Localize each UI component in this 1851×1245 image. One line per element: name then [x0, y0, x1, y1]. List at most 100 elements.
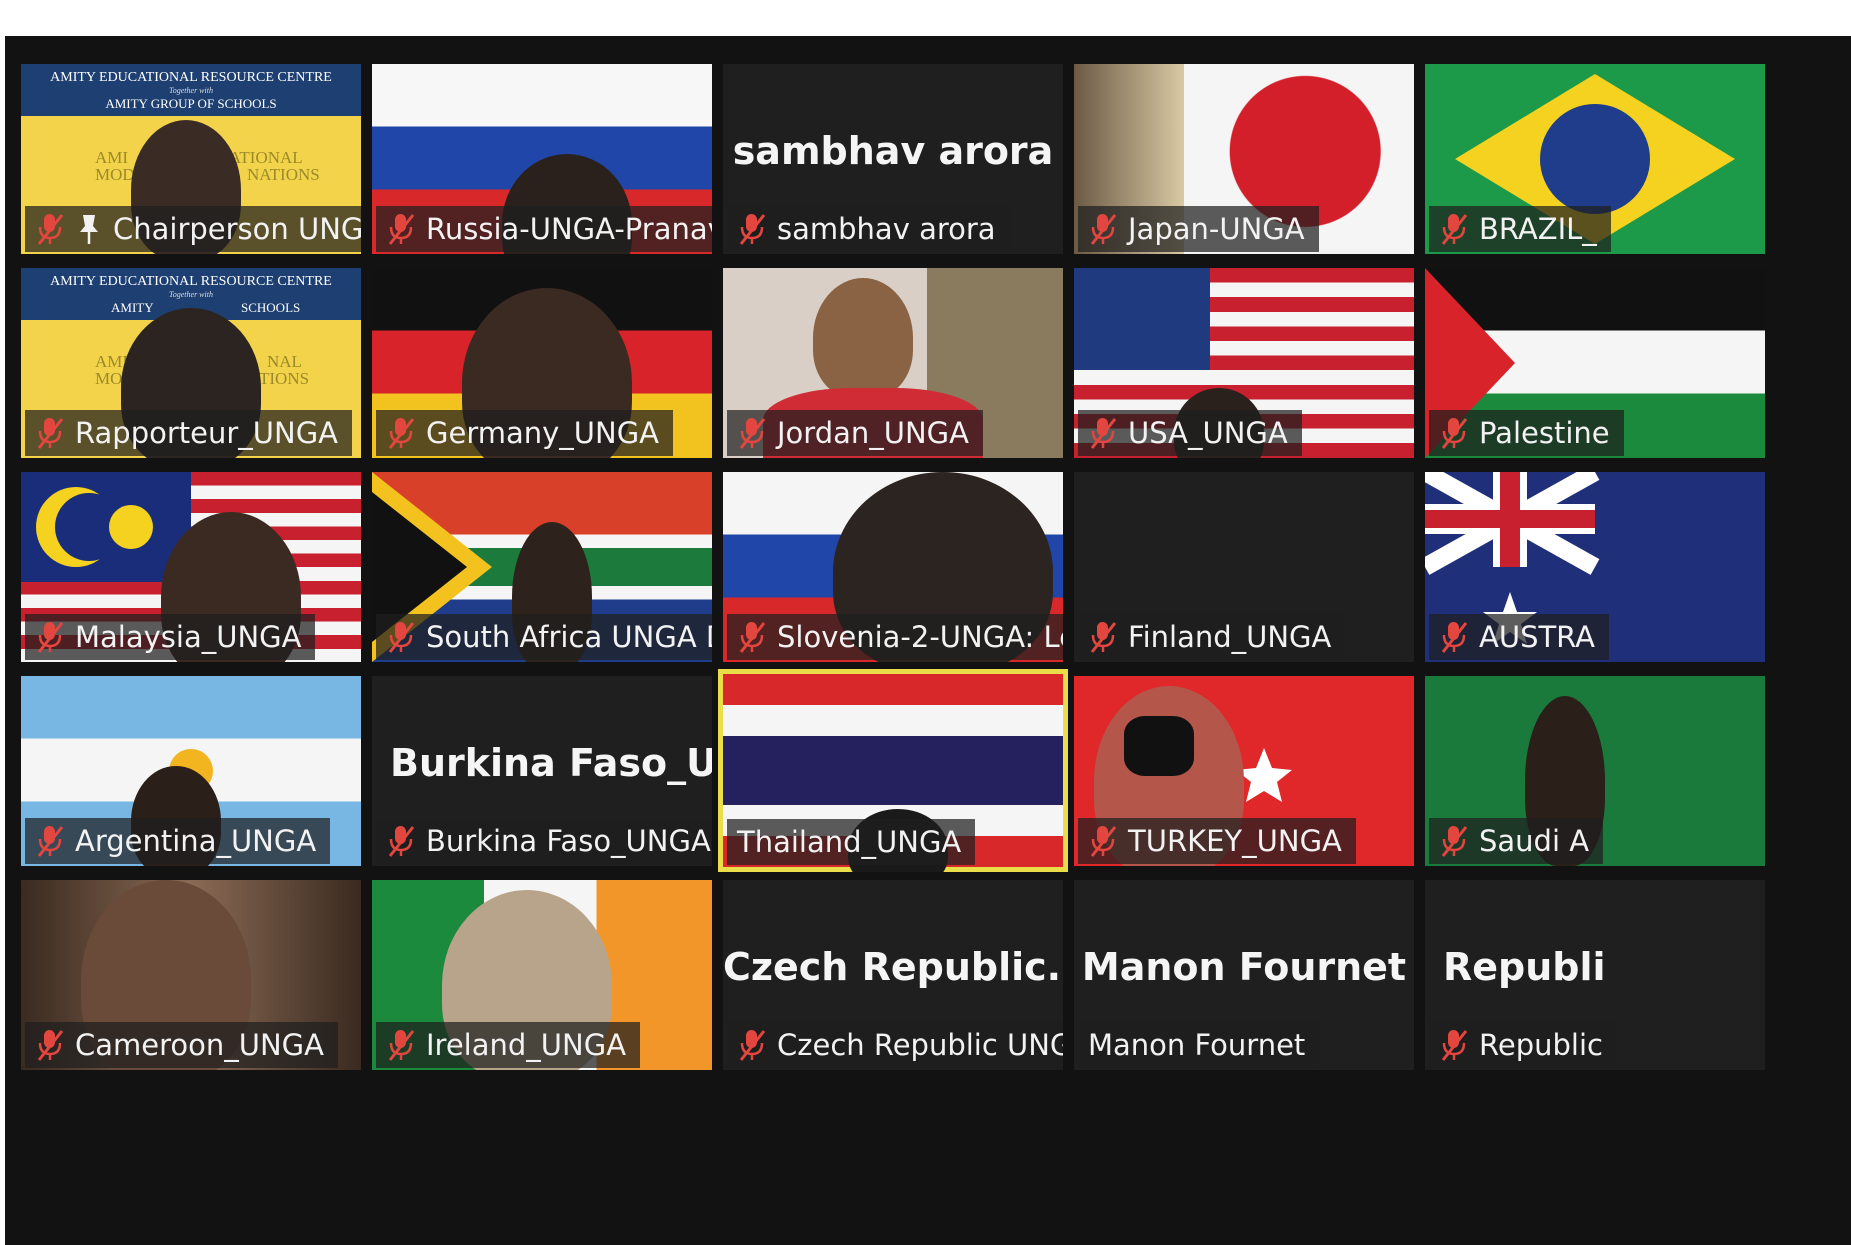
participant-tile-ireland[interactable]: Ireland_UNGA	[372, 880, 712, 1070]
participant-label: Czech Republic UNGA	[727, 1022, 1063, 1068]
participant-tile-burkina-faso[interactable]: Burkina Faso_U... Burkina Faso_UNGA	[372, 676, 712, 866]
participant-tile-turkey[interactable]: TURKEY_UNGA	[1074, 676, 1414, 866]
participant-label: Germany_UNGA	[376, 410, 674, 456]
muted-mic-icon	[1090, 214, 1117, 245]
participant-name: Czech Republic UNGA	[777, 1028, 1063, 1062]
muted-mic-icon	[1441, 1030, 1468, 1061]
muted-mic-icon	[388, 214, 415, 245]
participant-label: Finland_UNGA	[1078, 614, 1346, 660]
muted-mic-icon	[739, 622, 766, 653]
banner-line1: AMITY EDUCATIONAL RESOURCE CENTRE	[50, 274, 332, 289]
participant-video	[813, 278, 913, 398]
participant-tile-czech-republic[interactable]: Czech Republic... Czech Republic UNGA	[723, 880, 1063, 1070]
participant-name: Chairperson UNGA	[113, 212, 361, 246]
banner-line5-mo: MO	[95, 369, 123, 388]
participant-tile-rapporteur[interactable]: AMITY EDUCATIONAL RESOURCE CENTRE Togeth…	[21, 268, 361, 458]
participant-tile-thailand-active-speaker[interactable]: Thailand_UNGA	[718, 669, 1068, 872]
banner-line5a: MOD	[95, 165, 135, 184]
participant-name: Saudi A	[1479, 824, 1590, 858]
participant-label: sambhav arora	[727, 206, 1010, 252]
participant-label: Cameroon_UNGA	[25, 1022, 338, 1068]
participant-label: AUSTRA	[1429, 614, 1609, 660]
participant-tile-sambhav[interactable]: sambhav arora sambhav arora	[723, 64, 1063, 254]
participant-name: USA_UNGA	[1128, 416, 1288, 450]
banner-line2: Together with	[169, 290, 213, 299]
banner-line5b: NATIONS	[247, 165, 320, 184]
muted-mic-icon	[388, 622, 415, 653]
participant-tile-australia[interactable]: AUSTRA	[1425, 472, 1765, 662]
participant-name: sambhav arora	[777, 212, 996, 246]
participant-name: Manon Fournet	[1088, 1028, 1306, 1062]
participant-tile-saudi-arabia[interactable]: Saudi A	[1425, 676, 1765, 866]
participant-name: Rapporteur_UNGA	[75, 416, 339, 450]
participant-tile-jordan[interactable]: Jordan_UNGA	[723, 268, 1063, 458]
participant-display-name: Republi	[1443, 944, 1606, 989]
participant-tile-germany[interactable]: Germany_UNGA	[372, 268, 712, 458]
banner-line1: AMITY EDUCATIONAL RESOURCE CENTRE	[50, 70, 332, 85]
participant-tile-slovenia[interactable]: Slovenia-2-UNGA: Lesl...	[723, 472, 1063, 662]
participant-label: Malaysia_UNGA	[25, 614, 316, 660]
participant-label: USA_UNGA	[1078, 410, 1302, 456]
participant-tile-chairperson[interactable]: AMITY EDUCATIONAL RESOURCE CENTRE Togeth…	[21, 64, 361, 254]
participant-tile-brazil[interactable]: BRAZIL_	[1425, 64, 1765, 254]
muted-mic-icon	[1441, 214, 1468, 245]
participant-name: Thailand_UNGA	[737, 825, 962, 859]
participant-name: Palestine	[1479, 416, 1610, 450]
participant-name: Ireland_UNGA	[426, 1028, 627, 1062]
participant-label: Thailand_UNGA	[727, 819, 976, 865]
participant-label: Chairperson UNGA	[25, 206, 361, 252]
participant-tile-japan[interactable]: Japan-UNGA	[1074, 64, 1414, 254]
participant-name: Japan-UNGA	[1128, 212, 1305, 246]
participant-display-name: Czech Republic...	[723, 944, 1063, 989]
banner-line2: Together with	[169, 86, 213, 95]
participant-display-name: Burkina Faso_U...	[390, 740, 712, 785]
participant-tile-republic[interactable]: Republi Republic	[1425, 880, 1765, 1070]
participant-label: Ireland_UNGA	[376, 1022, 641, 1068]
participant-tile-russia[interactable]: Russia-UNGA-Pranav	[372, 64, 712, 254]
muted-mic-icon	[1441, 622, 1468, 653]
participant-name: BRAZIL_	[1479, 212, 1597, 246]
muted-mic-icon	[1441, 826, 1468, 857]
muted-mic-icon	[37, 622, 64, 653]
participant-name: Slovenia-2-UNGA: Lesl...	[777, 620, 1063, 654]
participant-tile-finland[interactable]: Finland_UNGA	[1074, 472, 1414, 662]
participant-tile-cameroon[interactable]: Cameroon_UNGA	[21, 880, 361, 1070]
muted-mic-icon	[37, 826, 64, 857]
participant-name: Cameroon_UNGA	[75, 1028, 324, 1062]
participant-tile-palestine[interactable]: Palestine	[1425, 268, 1765, 458]
muted-mic-icon	[1090, 418, 1117, 449]
participant-label: Burkina Faso_UNGA	[376, 818, 712, 864]
participant-label: Japan-UNGA	[1078, 206, 1319, 252]
participant-label: Republic	[1429, 1022, 1617, 1068]
banner-line3-schools: SCHOOLS	[241, 300, 301, 315]
participant-label: Russia-UNGA-Pranav	[376, 206, 712, 252]
pin-icon	[80, 215, 98, 244]
muted-mic-icon	[388, 826, 415, 857]
muted-mic-icon	[388, 418, 415, 449]
participant-name: Argentina_UNGA	[75, 824, 317, 858]
participant-name: TURKEY_UNGA	[1128, 824, 1342, 858]
participant-label: Jordan_UNGA	[727, 410, 983, 456]
participant-name: AUSTRA	[1479, 620, 1595, 654]
participant-label: Rapporteur_UNGA	[25, 410, 353, 456]
participant-tile-usa[interactable]: USA_UNGA	[1074, 268, 1414, 458]
participant-display-name: Manon Fournet	[1081, 944, 1407, 989]
muted-mic-icon	[1090, 826, 1117, 857]
participant-name: South Africa UNGA DI...	[426, 620, 712, 654]
banner-line3: AMITY GROUP OF SCHOOLS	[105, 96, 277, 111]
participant-label: Saudi A	[1429, 818, 1604, 864]
muted-mic-icon	[388, 1030, 415, 1061]
participant-tile-manon-fournet[interactable]: Manon Fournet Manon Fournet	[1074, 880, 1414, 1070]
face-mask	[1124, 716, 1194, 776]
participant-tile-malaysia[interactable]: Malaysia_UNGA	[21, 472, 361, 662]
participant-tile-argentina[interactable]: Argentina_UNGA	[21, 676, 361, 866]
banner-line5-tions: TIONS	[259, 369, 310, 388]
muted-mic-icon	[739, 1030, 766, 1061]
participant-label: Slovenia-2-UNGA: Lesl...	[727, 614, 1063, 660]
participant-label: Argentina_UNGA	[25, 818, 331, 864]
participant-tile-south-africa[interactable]: South Africa UNGA DI...	[372, 472, 712, 662]
participant-name: Malaysia_UNGA	[75, 620, 302, 654]
banner-line3-amity: AMITY	[111, 300, 154, 315]
participant-name: Finland_UNGA	[1128, 620, 1332, 654]
participant-name: Republic	[1479, 1028, 1603, 1062]
